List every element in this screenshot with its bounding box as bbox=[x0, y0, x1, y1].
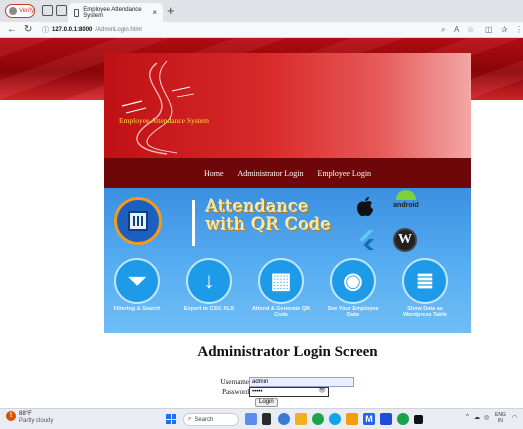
username-label: Username bbox=[220, 377, 249, 386]
nav-employee-login[interactable]: Employee Login bbox=[318, 169, 372, 178]
feature-filtering: ⏷ Filtering & Search bbox=[106, 258, 168, 312]
url-path: /AdminLogin.html bbox=[95, 27, 142, 33]
eye-icon: ◉ bbox=[330, 258, 376, 304]
funnel-icon: ⏷ bbox=[114, 258, 160, 304]
wifi-icon[interactable]: ◠ bbox=[512, 414, 517, 421]
refresh-icon[interactable]: ↻ bbox=[24, 24, 32, 35]
language-indicator[interactable]: ENG IN bbox=[495, 412, 506, 424]
chrome-icon[interactable] bbox=[397, 413, 409, 425]
page-viewport: Employee Attendance System Home Administ… bbox=[0, 38, 523, 408]
swirl-logo-icon bbox=[121, 61, 195, 155]
weather-widget[interactable]: ! 88°F Partly cloudy bbox=[6, 411, 53, 425]
taskbar: ! 88°F Partly cloudy ⌕ Search M ^ ☁ ◎ EN… bbox=[0, 408, 523, 429]
feature-caption: See Your Employee Data bbox=[327, 306, 379, 318]
show-password-icon[interactable]: 👁 bbox=[318, 387, 326, 394]
browser-icon[interactable] bbox=[329, 413, 341, 425]
onedrive-icon[interactable]: ☁ bbox=[474, 414, 480, 421]
favorite-icon[interactable]: ☆ bbox=[467, 25, 474, 34]
feature-export: ↓ Export to CSV, XLS bbox=[178, 258, 240, 312]
avatar bbox=[9, 7, 17, 15]
split-screen-icon[interactable]: ◫ bbox=[485, 25, 493, 34]
weather-desc: Partly cloudy bbox=[19, 418, 54, 424]
banner-headline: Attendance with QR Code bbox=[206, 198, 332, 234]
site-header: Employee Attendance System bbox=[104, 53, 471, 158]
weather-icon: ! bbox=[6, 411, 16, 421]
feature-caption: Show Data as Wordpress Table bbox=[402, 306, 448, 318]
taskbar-search[interactable]: ⌕ Search bbox=[183, 413, 239, 426]
browser-tab-bar: Verify Employee Attendance System × + bbox=[0, 0, 523, 22]
profile-button[interactable]: Verify bbox=[5, 4, 35, 18]
tab-title: Employee Attendance System bbox=[83, 6, 142, 19]
chat-icon[interactable] bbox=[278, 413, 290, 425]
url-host: 127.0.0.1:8000 bbox=[52, 27, 93, 33]
page-title: Administrator Login Screen bbox=[197, 344, 378, 360]
address-bar-row: ← ↻ ⓘ 127.0.0.1:8000/AdminLogin.html ⌕ A… bbox=[0, 22, 523, 38]
close-tab-icon[interactable]: × bbox=[152, 8, 157, 17]
database-icon: ≣ bbox=[402, 258, 448, 304]
start-button-icon[interactable] bbox=[166, 414, 176, 424]
headline-line-1: Attendance bbox=[206, 197, 310, 217]
workspaces-icon[interactable] bbox=[42, 5, 53, 16]
vscode-icon[interactable] bbox=[380, 413, 392, 425]
file-explorer-icon[interactable] bbox=[295, 413, 307, 425]
nav-home[interactable]: Home bbox=[204, 169, 224, 178]
feature-wordpress-table: ≣ Show Data as Wordpress Table bbox=[394, 258, 456, 318]
terminal-icon[interactable] bbox=[414, 415, 423, 424]
promo-banner: Attendance with QR Code android W ⏷ Filt… bbox=[104, 188, 471, 333]
lang-line-2: IN bbox=[497, 418, 503, 424]
android-label: android bbox=[393, 202, 419, 209]
store-icon[interactable] bbox=[346, 413, 358, 425]
main-nav: Home Administrator Login Employee Login bbox=[104, 158, 471, 188]
back-icon[interactable]: ← bbox=[7, 24, 17, 35]
feature-qr: ▦ Attend & Generate QR Code bbox=[250, 258, 312, 318]
feature-caption: Attend & Generate QR Code bbox=[251, 306, 311, 318]
password-input[interactable] bbox=[249, 386, 329, 397]
security-icon[interactable]: ◎ bbox=[484, 414, 489, 421]
feature-row: ⏷ Filtering & Search ↓ Export to CSV, XL… bbox=[104, 258, 471, 333]
banner-divider bbox=[192, 200, 195, 246]
tab-actions-icon[interactable] bbox=[56, 5, 67, 16]
login-button[interactable]: Login bbox=[255, 398, 278, 407]
info-icon: ⓘ bbox=[42, 27, 49, 34]
site-container: Employee Attendance System Home Administ… bbox=[104, 53, 471, 408]
read-aloud-icon[interactable]: A bbox=[454, 25, 459, 34]
apple-icon bbox=[357, 197, 373, 217]
qr-icon: ▦ bbox=[258, 258, 304, 304]
mail-icon[interactable]: M bbox=[363, 413, 375, 425]
search-label: Search bbox=[194, 416, 214, 423]
profile-label: Verify bbox=[18, 8, 34, 14]
android-icon: android bbox=[386, 190, 426, 220]
tray-chevron-icon[interactable]: ^ bbox=[466, 414, 469, 420]
tab-employee-attendance[interactable]: Employee Attendance System × bbox=[68, 3, 163, 22]
page-icon bbox=[74, 8, 80, 17]
favorites-icon[interactable]: ✰ bbox=[501, 25, 508, 34]
flutter-icon bbox=[359, 230, 374, 250]
url-field[interactable]: ⓘ 127.0.0.1:8000/AdminLogin.html bbox=[42, 24, 142, 36]
widgets-icon[interactable] bbox=[245, 413, 257, 425]
task-view-icon[interactable] bbox=[262, 413, 271, 425]
headline-line-2: with QR Code bbox=[206, 215, 332, 235]
edge-icon[interactable] bbox=[312, 413, 324, 425]
username-input[interactable] bbox=[249, 376, 354, 387]
qr-scan-icon bbox=[114, 197, 162, 245]
new-tab-button[interactable]: + bbox=[167, 3, 175, 18]
weather-temp: 88°F bbox=[19, 411, 32, 417]
zoom-icon[interactable]: ⌕ bbox=[441, 25, 445, 35]
feature-employee-data: ◉ See Your Employee Data bbox=[322, 258, 384, 318]
wordpress-icon: W bbox=[393, 228, 417, 252]
nav-administrator-login[interactable]: Administrator Login bbox=[238, 169, 304, 178]
menu-icon[interactable]: ⋮ bbox=[515, 25, 523, 34]
site-title: Employee Attendance System bbox=[119, 116, 209, 125]
feature-caption: Filtering & Search bbox=[113, 306, 161, 312]
feature-caption: Export to CSV, XLS bbox=[183, 306, 235, 312]
search-icon: ⌕ bbox=[188, 416, 192, 422]
password-field-wrap: 👁 bbox=[249, 386, 329, 397]
download-icon: ↓ bbox=[186, 258, 232, 304]
password-label: Password bbox=[222, 387, 249, 396]
